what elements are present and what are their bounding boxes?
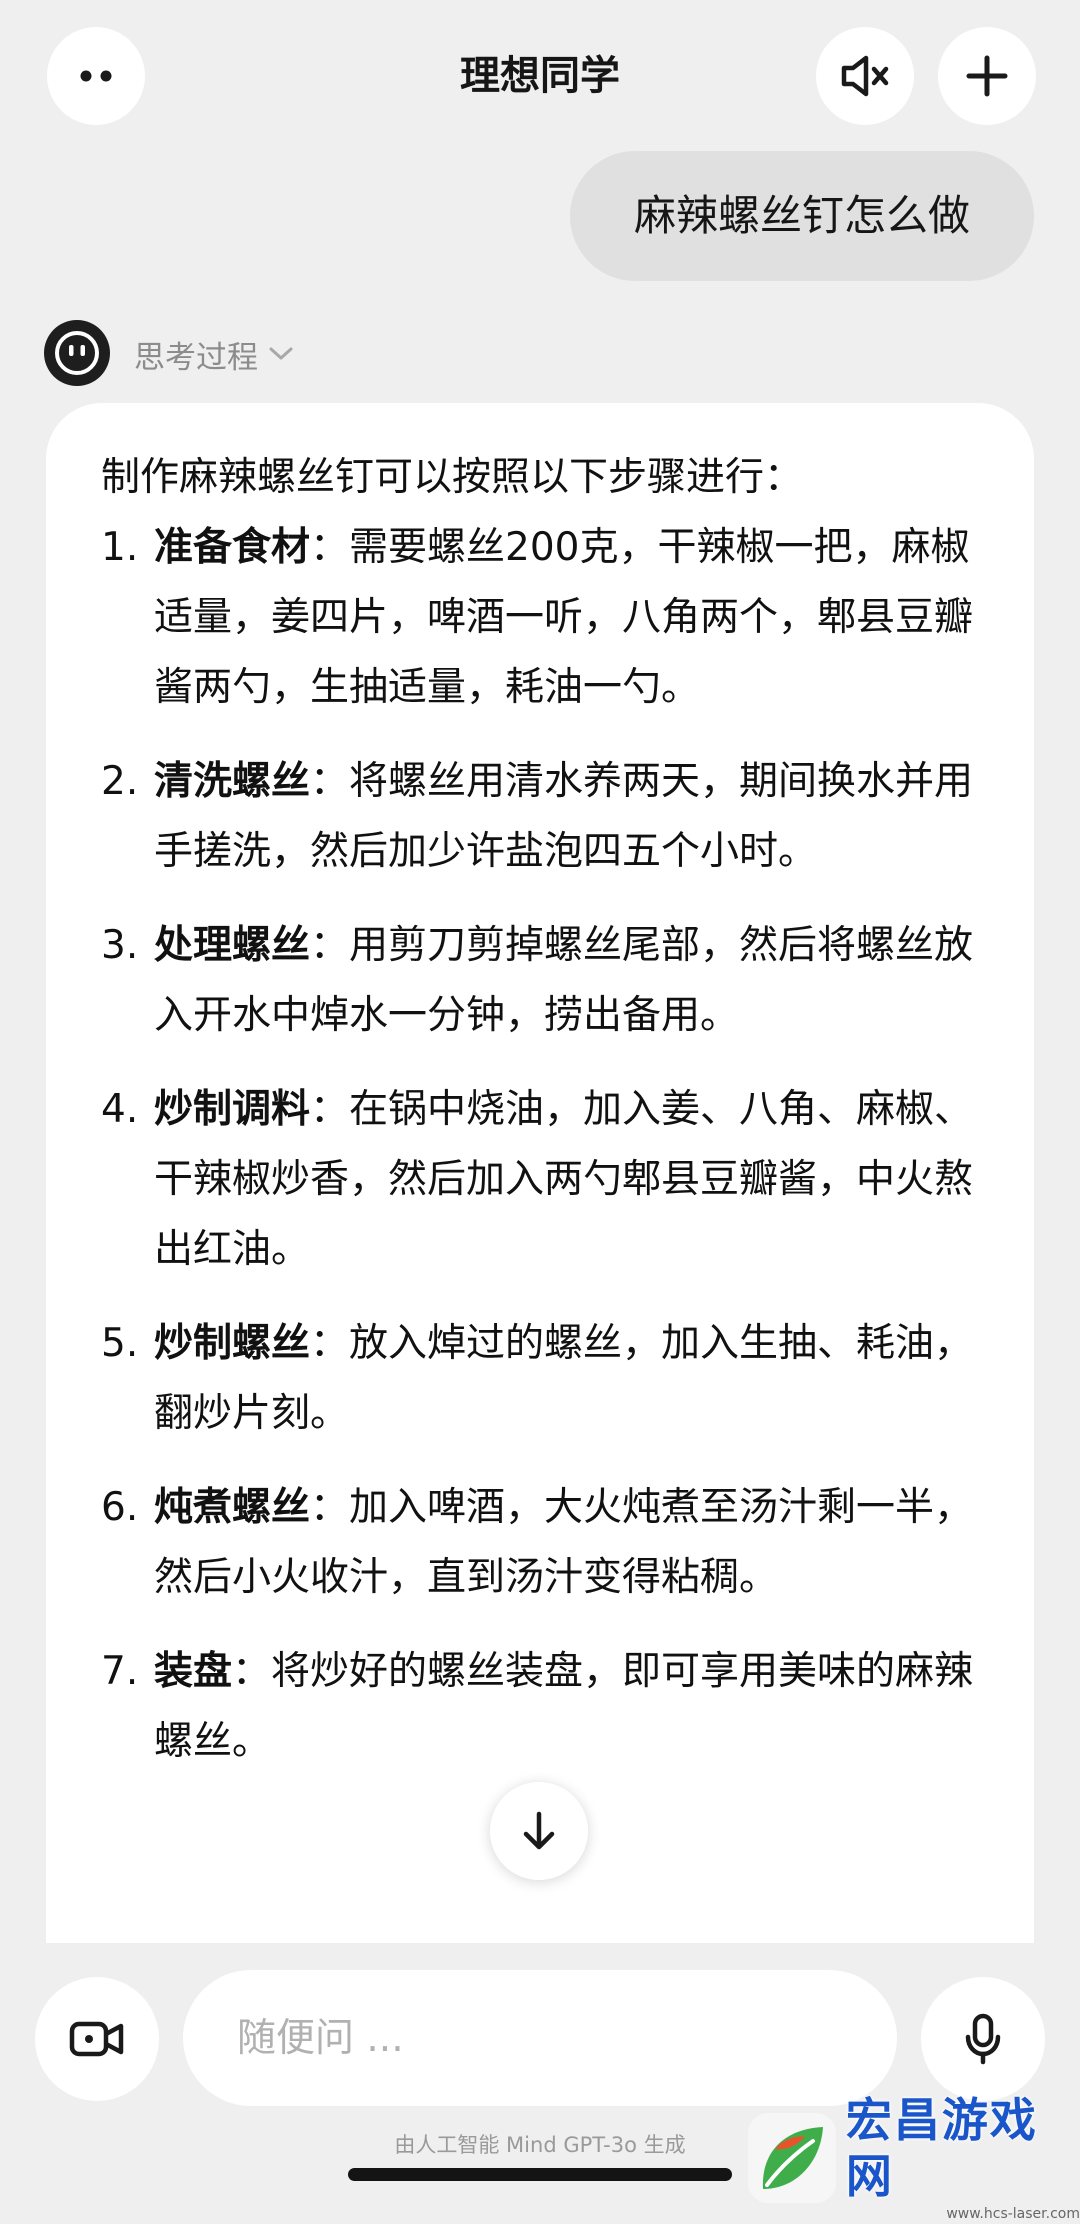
chevron-down-icon (269, 347, 293, 360)
microphone-icon (965, 2013, 1001, 2065)
assistant-answer-card: 制作麻辣螺丝钉可以按照以下步骤进行： 1. 准备食材：需要螺丝200克，干辣椒一把… (46, 403, 1034, 1943)
step-number: 6. (101, 1485, 139, 1530)
step-heading: 准备食材 (154, 525, 311, 570)
assistant-avatar (44, 320, 110, 386)
step-heading: 装盘 (154, 1649, 233, 1694)
step-item: 6. 炖煮螺丝：加入啤酒，大火炖煮至汤汁剩一半，然后小火收汁，直到汤汁变得粘稠。 (101, 1473, 991, 1613)
step-heading: 处理螺丝 (154, 923, 311, 968)
answer-intro: 制作麻辣螺丝钉可以按照以下步骤进行： (101, 455, 804, 500)
step-item: 7. 装盘：将炒好的螺丝装盘，即可享用美味的麻辣螺丝。 (101, 1637, 991, 1777)
watermark-logo (748, 2112, 836, 2203)
step-heading: 清洗螺丝 (154, 759, 311, 804)
user-message-bubble: 麻辣螺丝钉怎么做 (569, 151, 1034, 281)
leaf-logo-icon (762, 2126, 823, 2189)
step-item: 5. 炒制螺丝：放入焯过的螺丝，加入生抽、耗油，翻炒片刻。 (101, 1309, 991, 1449)
step-body: ：将炒好的螺丝装盘，即可享用美味的麻辣螺丝。 (154, 1649, 974, 1764)
step-number: 2. (101, 759, 139, 804)
thinking-process-label: 思考过程 (134, 339, 258, 376)
step-item: 3. 处理螺丝：用剪刀剪掉螺丝尾部，然后将螺丝放入开水中焯水一分钟，捞出备用。 (101, 911, 991, 1051)
scroll-to-bottom-button[interactable] (490, 1782, 588, 1880)
step-number: 7. (101, 1649, 139, 1694)
arrow-down-icon (523, 1811, 555, 1850)
plus-icon (966, 55, 1008, 97)
step-number: 3. (101, 923, 139, 968)
steps-list: 1. 准备食材：需要螺丝200克，干辣椒一把，麻椒适量，姜四片，啤酒一听，八角两个… (101, 513, 991, 1801)
step-number: 4. (101, 1087, 139, 1132)
thinking-process-toggle[interactable]: 思考过程 (134, 332, 294, 376)
home-indicator[interactable] (348, 2168, 732, 2181)
step-number: 5. (101, 1321, 139, 1366)
robot-face-icon (55, 331, 99, 375)
site-watermark: 宏昌游戏网 www.hcs-laser.com (748, 2093, 1080, 2222)
speaker-muted-icon (841, 55, 889, 97)
video-camera-icon (69, 2021, 124, 2057)
step-item: 2. 清洗螺丝：将螺丝用清水养两天，期间换水并用手搓洗，然后加少许盐泡四五个小时。 (101, 747, 991, 887)
step-heading: 炒制调料 (154, 1087, 311, 1132)
step-heading: 炖煮螺丝 (154, 1485, 311, 1530)
step-number: 1. (101, 525, 139, 570)
mute-button[interactable] (816, 27, 914, 125)
step-item: 4. 炒制调料：在锅中烧油，加入姜、八角、麻椒、干辣椒炒香，然后加入两勺郫县豆瓣酱… (101, 1075, 991, 1285)
video-call-button[interactable] (35, 1977, 159, 2101)
step-item: 1. 准备食材：需要螺丝200克，干辣椒一把，麻椒适量，姜四片，啤酒一听，八角两个… (101, 513, 991, 723)
page-title: 理想同学 (460, 53, 620, 99)
ask-input[interactable] (183, 1970, 897, 2106)
watermark-title: 宏昌游戏网 (845, 2092, 1038, 2203)
new-chat-button[interactable] (938, 27, 1036, 125)
step-heading: 炒制螺丝 (154, 1321, 311, 1366)
voice-input-button[interactable] (921, 1977, 1045, 2101)
